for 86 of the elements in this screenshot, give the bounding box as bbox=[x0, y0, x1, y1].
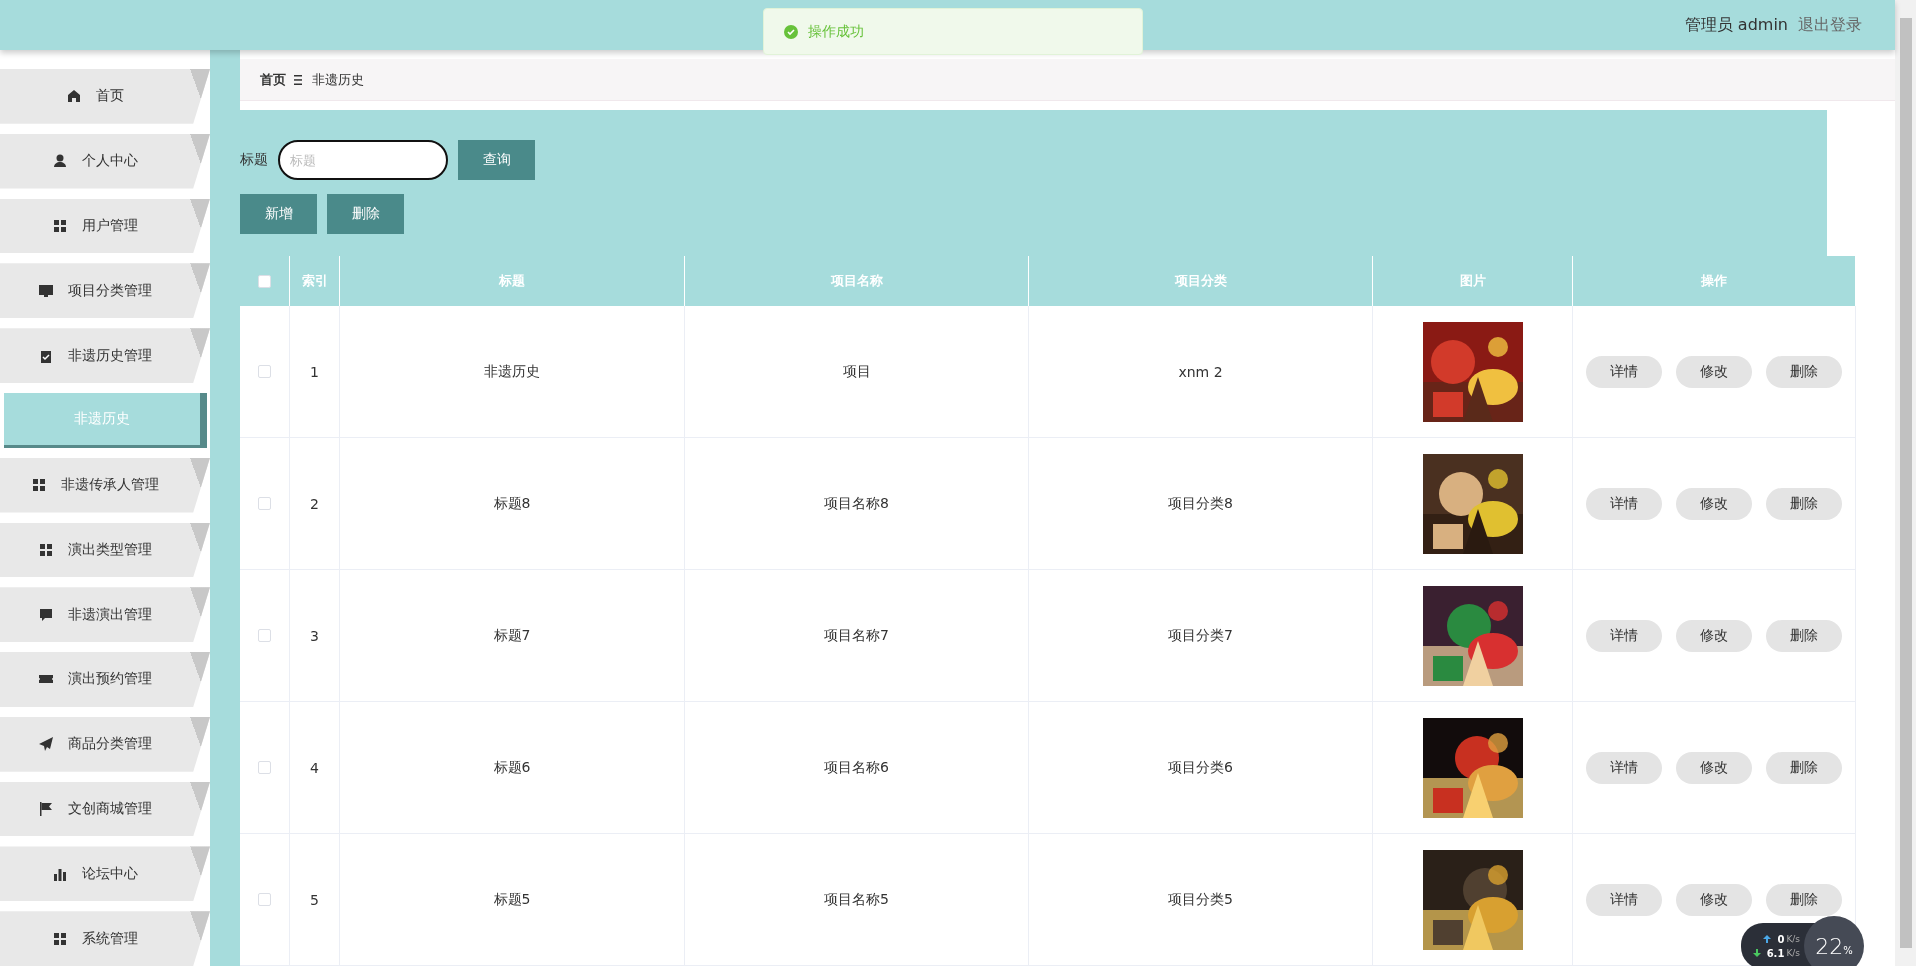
table-cell: 非遗历史 bbox=[484, 362, 540, 381]
grid-icon bbox=[31, 477, 47, 494]
delete-button[interactable]: 删除 bbox=[1766, 883, 1842, 916]
menu-icon bbox=[294, 73, 304, 86]
monitor-icon bbox=[38, 282, 54, 299]
row-checkbox[interactable] bbox=[258, 497, 271, 510]
table-cell: 标题6 bbox=[493, 758, 531, 777]
edit-button[interactable]: 修改 bbox=[1676, 355, 1752, 388]
column-header: 图片 bbox=[1459, 272, 1486, 290]
table-cell: 3 bbox=[310, 627, 319, 644]
sidebar-item[interactable]: 论坛中心 bbox=[0, 846, 210, 902]
sidebar-item[interactable]: 演出类型管理 bbox=[0, 522, 210, 578]
details-button[interactable]: 详情 bbox=[1586, 619, 1662, 652]
user-icon bbox=[52, 153, 68, 170]
table-cell: 标题7 bbox=[493, 626, 531, 645]
table-cell: 项目名称5 bbox=[824, 890, 889, 909]
edit-button[interactable]: 修改 bbox=[1676, 751, 1752, 784]
sidebar-item[interactable]: 个人中心 bbox=[0, 133, 210, 189]
delete-button[interactable]: 删除 bbox=[327, 194, 404, 235]
table-cell: 项目名称7 bbox=[824, 626, 889, 645]
up-arrow-icon bbox=[1763, 935, 1772, 943]
edit-button[interactable]: 修改 bbox=[1676, 619, 1752, 652]
column-header: 项目分类 bbox=[1174, 272, 1227, 290]
home-icon bbox=[66, 88, 82, 105]
delete-button[interactable]: 删除 bbox=[1766, 355, 1842, 388]
grid-icon bbox=[52, 930, 68, 947]
sidebar-item[interactable]: 文创商城管理 bbox=[0, 781, 210, 837]
details-button[interactable]: 详情 bbox=[1586, 355, 1662, 388]
chat-icon bbox=[38, 606, 54, 623]
sidebar-item[interactable]: 项目分类管理 bbox=[0, 263, 210, 319]
table-cell: 项目分类5 bbox=[1168, 890, 1233, 909]
delete-button[interactable]: 删除 bbox=[1766, 751, 1842, 784]
sidebar-item[interactable]: 用户管理 bbox=[0, 198, 210, 254]
details-button[interactable]: 详情 bbox=[1586, 751, 1662, 784]
sidebar-item[interactable]: 商品分类管理 bbox=[0, 716, 210, 772]
column-header: 索引 bbox=[301, 272, 328, 290]
table-cell: 项目 bbox=[842, 362, 871, 381]
paper-plane-icon bbox=[38, 736, 54, 753]
table-cell: 4 bbox=[310, 759, 319, 776]
table-cell: 标题8 bbox=[493, 494, 531, 513]
details-button[interactable]: 详情 bbox=[1586, 487, 1662, 520]
column-header: 项目名称 bbox=[830, 272, 883, 290]
table-cell: 2 bbox=[310, 495, 319, 512]
row-checkbox[interactable] bbox=[258, 893, 271, 906]
table-cell: 项目分类8 bbox=[1168, 494, 1233, 513]
table-cell: 项目名称8 bbox=[824, 494, 889, 513]
flag-icon bbox=[38, 801, 54, 818]
row-checkbox[interactable] bbox=[258, 365, 271, 378]
grid-icon bbox=[38, 541, 54, 558]
details-button[interactable]: 详情 bbox=[1586, 883, 1662, 916]
sidebar-item[interactable]: 演出预约管理 bbox=[0, 652, 210, 707]
success-toast: 操作成功 bbox=[763, 8, 1143, 55]
search-field[interactable]: 标题 bbox=[278, 140, 448, 181]
sidebar-item[interactable]: 首页 bbox=[0, 69, 210, 124]
check-circle-icon bbox=[784, 24, 798, 39]
scrollbar-thumb[interactable] bbox=[1899, 18, 1912, 948]
delete-button[interactable]: 删除 bbox=[1766, 619, 1842, 652]
table-cell: 5 bbox=[310, 891, 319, 908]
table-cell: 1 bbox=[310, 363, 319, 380]
column-header: 操作 bbox=[1701, 272, 1727, 290]
logout-link[interactable]: 退出登录 bbox=[1798, 14, 1862, 36]
breadcrumb-link[interactable]: 非遗历史 bbox=[312, 70, 364, 89]
row-checkbox[interactable] bbox=[258, 629, 271, 642]
delete-button[interactable]: 删除 bbox=[1766, 487, 1842, 520]
table-cell: 项目分类7 bbox=[1168, 626, 1233, 645]
breadcrumb-link[interactable]: 首页 bbox=[260, 70, 286, 89]
admin-user-label: 管理员 admin bbox=[1684, 14, 1788, 36]
grid-icon bbox=[52, 217, 68, 234]
edit-button[interactable]: 修改 bbox=[1676, 487, 1752, 520]
sidebar-item[interactable]: 非遗传承人管理 bbox=[0, 457, 210, 513]
sidebar-item[interactable]: 非遗历史管理 bbox=[0, 328, 210, 383]
column-header: 标题 bbox=[499, 272, 525, 290]
table-cell: 项目名称6 bbox=[824, 758, 889, 777]
search-button[interactable]: 查询 bbox=[458, 140, 535, 181]
sidebar-item[interactable]: 系统管理 bbox=[0, 911, 210, 966]
row-checkbox[interactable] bbox=[258, 761, 271, 774]
add-button[interactable]: 新增 bbox=[240, 194, 317, 235]
select-all-checkbox[interactable] bbox=[258, 274, 271, 288]
sidebar-item[interactable]: 非遗演出管理 bbox=[0, 587, 210, 643]
down-arrow-icon bbox=[1752, 949, 1761, 957]
network-speed-widget: 0 K/s 6.1 K/s 22% bbox=[1740, 916, 1864, 966]
table-cell: 标题5 bbox=[493, 890, 531, 909]
edit-button[interactable]: 修改 bbox=[1676, 883, 1752, 916]
table-cell: 项目分类6 bbox=[1168, 758, 1233, 777]
table-cell: xnm 2 bbox=[1178, 363, 1223, 380]
search-label: 标题 bbox=[240, 151, 268, 170]
